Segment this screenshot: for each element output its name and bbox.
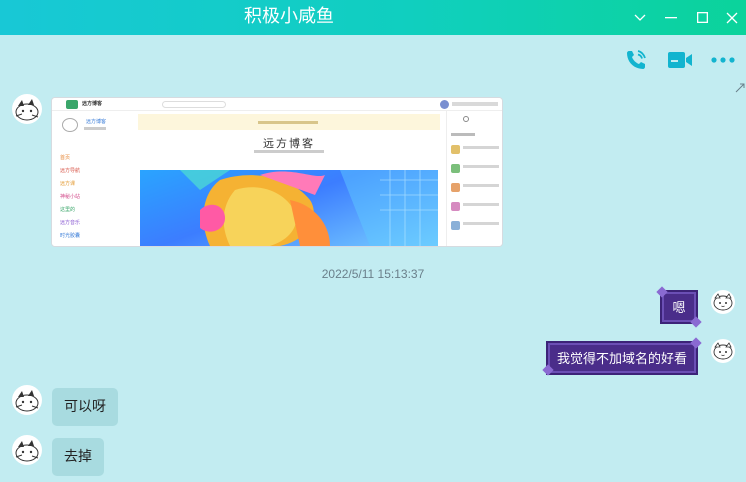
- message-text: 可以呀: [64, 399, 106, 415]
- panel-thumb-2: [451, 164, 460, 173]
- minimize-icon[interactable]: [657, 0, 685, 35]
- screenshot-search: [162, 101, 226, 108]
- message-bubble-received[interactable]: 去掉: [52, 438, 104, 476]
- panel-thumb-3: [451, 183, 460, 192]
- screenshot-banner-image: [140, 170, 438, 246]
- message-text: 嗯: [672, 301, 686, 316]
- screenshot-blog-subtitle: [138, 150, 440, 153]
- title-bar: 积极小咸鱼: [0, 0, 746, 35]
- panel-line-3: [463, 184, 499, 187]
- screenshot-notice-bar: [138, 114, 440, 130]
- message-bubble-received[interactable]: 可以呀: [52, 388, 118, 426]
- contact-avatar[interactable]: [12, 435, 42, 465]
- message-bubble-sent[interactable]: 我觉得不加域名的好看: [548, 343, 696, 373]
- sidebar-domain-placeholder: [84, 127, 106, 130]
- window-title: 积极小咸鱼: [244, 6, 334, 27]
- nav-item-5: 远方音乐: [60, 220, 81, 226]
- nav-item-6: 时光胶囊: [60, 233, 81, 239]
- video-call-icon[interactable]: [665, 46, 695, 74]
- screenshot-sidebar: 远方博客 首页 远方导航 远方课 神秘小站 这里的 远方音乐 时光胶囊: [52, 111, 132, 246]
- message-text: 我觉得不加域名的好看: [556, 352, 687, 367]
- chevron-down-icon[interactable]: [626, 0, 654, 35]
- nav-item-4: 这里的: [60, 207, 76, 213]
- screenshot-blog-title: 远方博客: [263, 137, 315, 150]
- subtitle-placeholder: [254, 150, 324, 153]
- more-icon[interactable]: [708, 46, 738, 74]
- message-bubble-sent[interactable]: 嗯: [662, 292, 696, 322]
- maximize-icon[interactable]: [688, 0, 716, 35]
- panel-thumb-1: [451, 145, 460, 154]
- phone-icon[interactable]: [621, 46, 651, 74]
- user-avatar-mini: [440, 100, 449, 109]
- message-timestamp: 2022/5/11 15:13:37: [321, 267, 425, 281]
- panel-thumb-5: [451, 221, 460, 230]
- notice-text-placeholder: [258, 121, 318, 124]
- message-text: 去掉: [64, 449, 92, 465]
- nav-item-1: 远方导航: [60, 168, 81, 174]
- image-message[interactable]: 远方博客 远方博客 首页 远方导航 远方课 神秘小站 这里的 远方音乐 时光胶囊…: [52, 98, 502, 246]
- nav-item-2: 远方课: [60, 181, 76, 187]
- screenshot-header: 远方博客: [52, 98, 502, 111]
- user-text-placeholder: [452, 102, 498, 106]
- panel-heading-placeholder: [451, 133, 475, 136]
- my-avatar[interactable]: [711, 339, 735, 363]
- site-name: 远方博客: [82, 101, 103, 107]
- sidebar-avatar-mini: [62, 118, 78, 132]
- contact-avatar[interactable]: [12, 94, 42, 124]
- nav-item-3: 神秘小站: [60, 194, 81, 200]
- my-avatar[interactable]: [711, 290, 735, 314]
- panel-line-1: [463, 146, 499, 149]
- panel-thumb-4: [451, 202, 460, 211]
- resize-grip-icon[interactable]: [735, 80, 745, 93]
- site-logo-icon: [66, 100, 78, 109]
- panel-line-4: [463, 203, 499, 206]
- contact-avatar[interactable]: [12, 385, 42, 415]
- panel-line-2: [463, 165, 499, 168]
- panel-tab-icon: [463, 116, 469, 122]
- screenshot-right-panel: [446, 111, 502, 246]
- sidebar-site-name: 远方博客: [86, 119, 107, 125]
- nav-item-0: 首页: [60, 155, 71, 161]
- close-icon[interactable]: [718, 0, 746, 35]
- panel-line-5: [463, 222, 499, 225]
